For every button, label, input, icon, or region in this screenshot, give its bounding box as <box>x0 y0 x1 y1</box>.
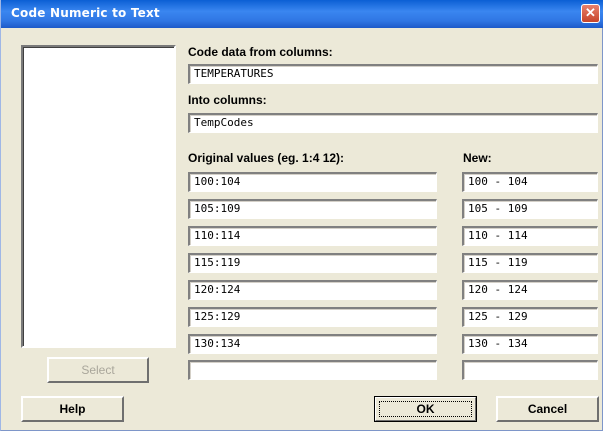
new-value-field[interactable]: 130 - 134 <box>462 334 598 354</box>
new-value-field[interactable] <box>462 360 598 380</box>
original-value-field[interactable]: 115:119 <box>188 253 437 273</box>
new-value-field[interactable]: 100 - 104 <box>462 172 598 192</box>
title-bar[interactable]: Code Numeric to Text ✕ <box>1 0 603 28</box>
new-value-field[interactable]: 120 - 124 <box>462 280 598 300</box>
original-value-field[interactable]: 100:104 <box>188 172 437 192</box>
original-value-field[interactable]: 120:124 <box>188 280 437 300</box>
window-title: Code Numeric to Text <box>11 6 160 20</box>
close-button[interactable]: ✕ <box>581 4 600 23</box>
original-value-field[interactable]: 130:134 <box>188 334 437 354</box>
new-value-field[interactable]: 125 - 129 <box>462 307 598 327</box>
into-columns-input[interactable]: TempCodes <box>188 113 598 133</box>
original-value-field[interactable]: 110:114 <box>188 226 437 246</box>
into-columns-label: Into columns: <box>188 93 267 107</box>
ok-button[interactable]: OK <box>374 396 477 422</box>
new-values-label: New: <box>463 151 492 165</box>
original-value-field[interactable]: 125:129 <box>188 307 437 327</box>
new-value-field[interactable]: 110 - 114 <box>462 226 598 246</box>
new-value-field[interactable]: 115 - 119 <box>462 253 598 273</box>
dialog-window: Code Numeric to Text ✕ Code data from co… <box>0 0 603 431</box>
code-from-input[interactable]: TEMPERATURES <box>188 64 598 84</box>
code-from-label: Code data from columns: <box>188 45 333 59</box>
focus-ring <box>379 401 472 417</box>
cancel-button[interactable]: Cancel <box>496 396 599 422</box>
variables-listbox[interactable] <box>21 45 176 348</box>
help-button[interactable]: Help <box>21 396 124 422</box>
original-values-label: Original values (eg. 1:4 12): <box>188 151 345 165</box>
select-button[interactable]: Select <box>47 357 149 383</box>
close-icon: ✕ <box>585 5 596 20</box>
original-value-field[interactable]: 105:109 <box>188 199 437 219</box>
new-value-field[interactable]: 105 - 109 <box>462 199 598 219</box>
original-value-field[interactable] <box>188 360 437 380</box>
